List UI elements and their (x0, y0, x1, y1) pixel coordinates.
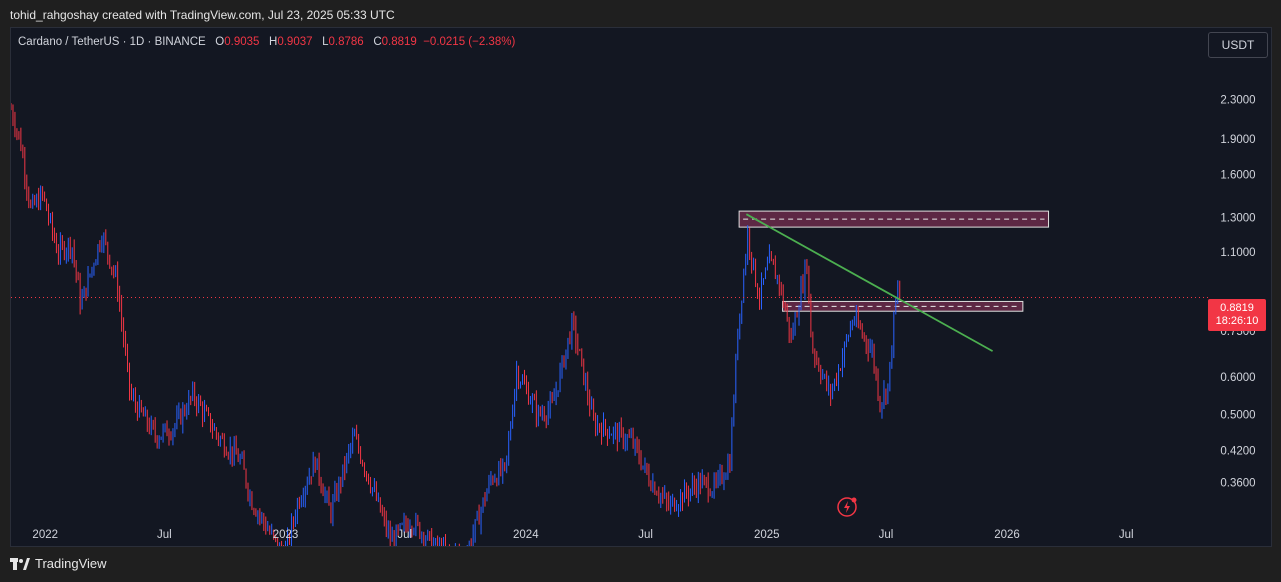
overlay-layer (11, 213, 1209, 352)
price-axis: 2.90002.30001.90001.60001.30001.10000.75… (1220, 47, 1255, 490)
time-tick-label: 2022 (32, 529, 58, 541)
time-tick-label: Jul (157, 529, 172, 541)
time-tick-label: 2023 (273, 529, 299, 541)
tradingview-icon (10, 557, 30, 570)
price-tick-label: 1.1000 (1220, 247, 1255, 259)
price-tick-label: 0.3600 (1220, 477, 1255, 489)
brand-name: TradingView (35, 556, 107, 571)
price-tick-label: 1.6000 (1220, 170, 1255, 182)
price-tick-label: 1.3000 (1220, 212, 1255, 224)
high-value: 0.9037 (277, 36, 313, 48)
price-chart[interactable]: 2.90002.30001.90001.60001.30001.10000.75… (11, 28, 1271, 546)
tradingview-logo[interactable]: TradingView (10, 556, 107, 571)
time-tick-label: Jul (638, 529, 653, 541)
candles-layer (11, 103, 901, 546)
lightning-icon[interactable] (837, 496, 859, 518)
symbol-title: Cardano / TetherUS · 1D · BINANCE (18, 36, 206, 48)
close-value: 0.8819 (381, 36, 417, 48)
low-value: 0.8786 (328, 36, 364, 48)
resistance-zone (738, 210, 1050, 228)
close-label: C (373, 36, 382, 48)
time-tick-label: 2026 (994, 529, 1020, 541)
price-tick-label: 0.6000 (1220, 372, 1255, 384)
currency-button[interactable]: USDT (1208, 32, 1268, 58)
time-tick-label: Jul (879, 529, 894, 541)
time-tick-label: 2025 (754, 529, 780, 541)
chart-frame[interactable]: 2.90002.30001.90001.60001.30001.10000.75… (10, 27, 1272, 547)
trendline (745, 213, 994, 352)
price-tick-label: 0.5000 (1220, 410, 1255, 422)
price-tick-label: 1.9000 (1220, 134, 1255, 146)
time-tick-label: 2024 (513, 529, 539, 541)
open-value: 0.9035 (224, 36, 260, 48)
symbol-legend: Cardano / TetherUS · 1D · BINANCE O0.903… (18, 36, 515, 48)
change-value: −0.0215 (−2.38%) (423, 36, 516, 48)
time-tick-label: Jul (1119, 529, 1134, 541)
last-price-value: 0.8819 (1220, 302, 1254, 314)
open-label: O (215, 36, 225, 48)
time-tick-label: Jul (397, 529, 412, 541)
last-price-tag: 0.8819 18:26:10 (1208, 299, 1266, 331)
bar-countdown: 18:26:10 (1215, 315, 1259, 327)
price-tick-label: 2.3000 (1220, 95, 1255, 107)
price-tick-label: 0.4200 (1220, 446, 1255, 458)
chart-credit: tohid_rahgoshay created with TradingView… (10, 8, 395, 22)
time-axis: 2022 Jul 2023 Jul 2024 Jul 2025 Jul 2026 Jul (32, 529, 1133, 541)
